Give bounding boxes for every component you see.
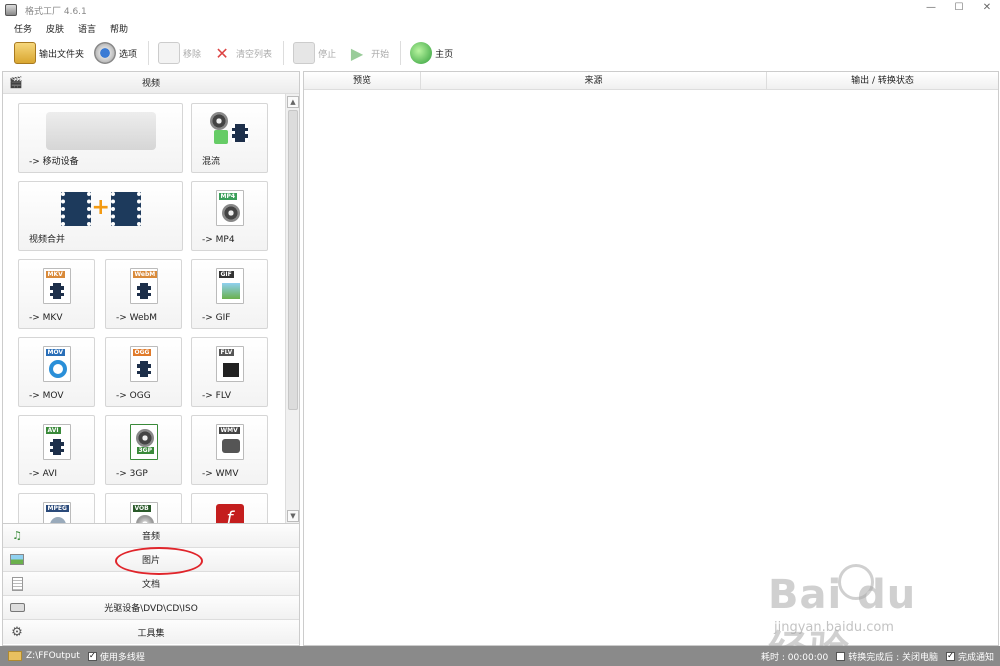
title-bar: 格式工厂 4.6.1 — ☐ ✕ (0, 0, 1000, 20)
gif-file-icon: GIF (215, 268, 244, 304)
menu-help[interactable]: 帮助 (110, 22, 128, 35)
tile-mux[interactable]: 混流 (191, 103, 268, 173)
minimize-button[interactable]: — (924, 2, 938, 13)
play-icon: ▶ (350, 43, 364, 63)
multithread-label: 使用多线程 (99, 652, 145, 663)
menu-bar: 任务 皮肤 语言 帮助 (0, 20, 128, 36)
tile-webm[interactable]: WebM -> WebM (105, 259, 182, 329)
mpeg-file-icon: MPEG (42, 502, 71, 523)
video-merge-icon: + (60, 192, 141, 228)
scroll-thumb[interactable] (288, 110, 298, 410)
task-list-header: 预览 来源 输出 / 转换状态 (304, 72, 998, 90)
toolbar-divider (400, 41, 402, 65)
home-button[interactable]: 主页 (406, 39, 457, 67)
remove-button[interactable]: 移除 (154, 39, 205, 67)
options-button[interactable]: 选项 (90, 39, 141, 67)
picture-icon (9, 553, 25, 567)
mkv-file-icon: MKV (42, 268, 71, 304)
tile-ogg[interactable]: OGG -> OGG (105, 337, 182, 407)
menu-task[interactable]: 任务 (14, 22, 32, 35)
mobile-devices-icon (45, 112, 156, 150)
highlight-ellipse (115, 547, 203, 575)
3gp-file-icon: 3GP (129, 424, 158, 460)
elapsed-time: 耗时 : 00:00:00 (761, 652, 829, 663)
output-folder-button[interactable]: 输出文件夹 (10, 39, 88, 67)
avi-file-icon: AVI (42, 424, 71, 460)
stop-icon (293, 42, 316, 64)
category-document[interactable]: 文档 (3, 572, 299, 596)
tile-3gp[interactable]: 3GP -> 3GP (105, 415, 182, 485)
tile-video-merge[interactable]: + 视频合并 (18, 181, 183, 251)
disc-drive-icon (9, 601, 25, 615)
globe-search-icon (410, 42, 433, 64)
mp4-file-icon: MP4 (215, 190, 244, 226)
category-disc[interactable]: 光驱设备\DVD\CD\ISO (3, 596, 299, 620)
tile-avi[interactable]: AVI -> AVI (18, 415, 95, 485)
category-video-header[interactable]: 🎬 视频 (3, 72, 299, 94)
clear-list-button[interactable]: ✕ 清空列表 (207, 39, 276, 67)
mux-icon (209, 112, 250, 146)
window-title: 格式工厂 4.6.1 (25, 6, 87, 17)
ogg-file-icon: OGG (129, 346, 158, 382)
tools-gear-icon: ⚙ (11, 624, 23, 640)
notify-checkbox[interactable]: ✓ (945, 651, 955, 661)
vob-file-icon: VOB (129, 502, 158, 523)
scroll-up-button[interactable]: ▲ (287, 96, 299, 108)
tiles-scrollbar[interactable]: ▲ ▼ (285, 94, 299, 523)
notify-label: 完成通知 (957, 652, 994, 663)
output-folder-icon[interactable] (8, 651, 22, 661)
flv-file-icon: FLV (215, 346, 244, 382)
column-preview[interactable]: 预览 (304, 72, 421, 89)
clear-icon: ✕ (215, 43, 229, 63)
column-status[interactable]: 输出 / 转换状态 (767, 72, 998, 89)
music-note-icon: ♫ (12, 529, 22, 542)
status-bar: Z:\FFOutput ✓ 使用多线程 耗时 : 00:00:00 转换完成后 … (0, 646, 1000, 666)
tile-mkv[interactable]: MKV -> MKV (18, 259, 95, 329)
category-tools[interactable]: ⚙ 工具集 (3, 620, 299, 644)
tile-vob[interactable]: VOB (105, 493, 182, 523)
maximize-button[interactable]: ☐ (952, 2, 966, 13)
after-convert-checkbox[interactable] (836, 651, 846, 661)
tile-wmv[interactable]: WMV -> WMV (191, 415, 268, 485)
folder-icon (14, 42, 36, 64)
start-button[interactable]: ▶ 开始 (342, 39, 393, 67)
toolbar: 输出文件夹 选项 移除 ✕ 清空列表 停止 ▶ 开始 主页 (0, 37, 1000, 69)
output-path[interactable]: Z:\FFOutput (26, 651, 80, 661)
film-clapper-icon: 🎬 (9, 76, 23, 89)
document-icon (9, 576, 25, 591)
tile-mov[interactable]: MOV -> MOV (18, 337, 95, 407)
task-list-panel[interactable]: 预览 来源 输出 / 转换状态 (303, 71, 999, 646)
gear-icon (94, 42, 117, 64)
tile-flv[interactable]: FLV -> FLV (191, 337, 268, 407)
category-audio[interactable]: ♫ 音频 (3, 524, 299, 548)
menu-language[interactable]: 语言 (78, 22, 96, 35)
multithread-checkbox[interactable]: ✓ (87, 651, 97, 661)
tile-gif[interactable]: GIF -> GIF (191, 259, 268, 329)
toolbar-divider (283, 41, 285, 65)
after-convert-label: 转换完成后 : 关闭电脑 (848, 652, 938, 663)
tile-mp4[interactable]: MP4 -> MP4 (191, 181, 268, 251)
tile-mpeg[interactable]: MPEG (18, 493, 95, 523)
app-icon (5, 4, 17, 16)
tile-swf[interactable]: f (191, 493, 268, 523)
video-tiles-area: -> 移动设备 混流 + 视频合并 MP4 -> MP4 MKV -> MKV … (3, 94, 299, 524)
column-source[interactable]: 来源 (421, 72, 767, 89)
toolbar-divider (148, 41, 150, 65)
flash-file-icon: f (215, 504, 244, 523)
close-button[interactable]: ✕ (980, 2, 994, 13)
wmv-file-icon: WMV (215, 424, 244, 460)
tile-mobile-device[interactable]: -> 移动设备 (18, 103, 183, 173)
mov-file-icon: MOV (42, 346, 71, 382)
stop-button[interactable]: 停止 (289, 39, 340, 67)
remove-icon (158, 42, 181, 64)
webm-file-icon: WebM (129, 268, 158, 304)
scroll-down-button[interactable]: ▼ (287, 510, 299, 522)
menu-skin[interactable]: 皮肤 (46, 22, 64, 35)
